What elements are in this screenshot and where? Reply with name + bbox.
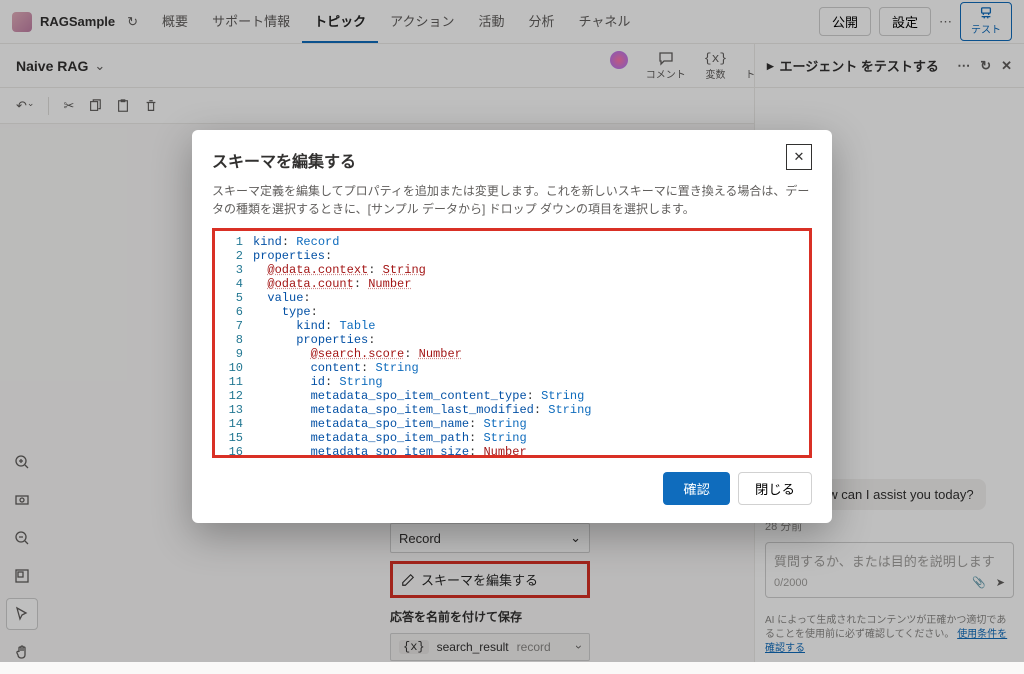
confirm-button[interactable]: 確認 [663, 472, 730, 505]
edit-schema-dialog: ✕ スキーマを編集する スキーマ定義を編集してプロパティを追加または変更します。… [192, 130, 832, 523]
dialog-title: スキーマを編集する [212, 148, 812, 172]
schema-code-editor[interactable]: 1kind: Record2properties:3 @odata.contex… [212, 228, 812, 458]
dialog-description: スキーマ定義を編集してプロパティを追加または変更します。これを新しいスキーマに置… [212, 182, 812, 218]
close-button[interactable]: 閉じる [738, 472, 812, 505]
modal-overlay: ✕ スキーマを編集する スキーマ定義を編集してプロパティを追加または変更します。… [0, 0, 1024, 662]
dialog-close-x[interactable]: ✕ [786, 144, 812, 170]
